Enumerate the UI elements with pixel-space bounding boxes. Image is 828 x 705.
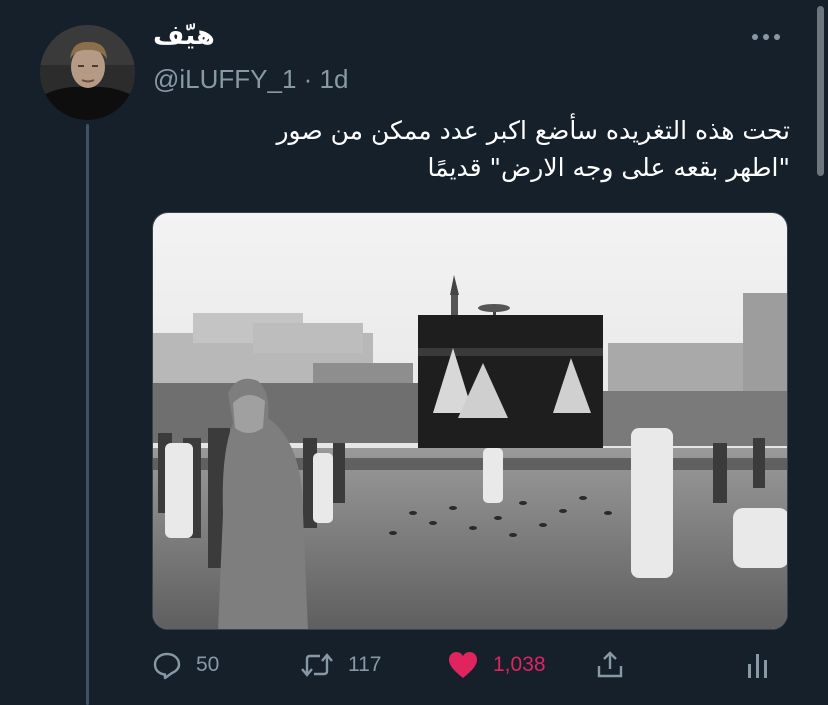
share-icon [595,650,625,680]
share-button[interactable] [595,640,625,690]
analytics-icon [746,650,768,680]
reply-button[interactable]: 50 [152,640,219,690]
more-icon[interactable] [752,34,780,40]
reply-count: 50 [196,653,220,676]
retweet-count: 117 [348,653,382,676]
retweet-button[interactable]: 117 [300,640,381,690]
thread-line [86,124,89,705]
avatar[interactable] [40,25,135,120]
tweet-photo[interactable] [152,212,788,630]
author-display-name[interactable]: هيّف [153,20,215,51]
retweet-icon [300,650,334,680]
author-handle-and-time[interactable]: @iLUFFY_1 · 1d [153,64,348,95]
tweet-text-line: تحت هذه التغريده سأضع اكبر عدد ممكن من ص… [276,116,790,145]
reply-icon [152,650,182,680]
avatar-photo [40,25,135,120]
tweet-text: تحت هذه التغريده سأضع اكبر عدد ممكن من ص… [150,112,790,186]
tweet-text-line: "اطهر بقعه على وجه الارض" قديمًا [427,153,790,182]
like-icon [447,650,479,680]
kaaba-historic-photo [153,213,787,629]
like-button[interactable]: 1,038 [447,640,546,690]
tweet-actions: 50 117 1,038 [150,640,790,690]
analytics-button[interactable] [746,640,768,690]
scrollbar[interactable] [817,6,824,176]
like-count: 1,038 [493,653,546,676]
